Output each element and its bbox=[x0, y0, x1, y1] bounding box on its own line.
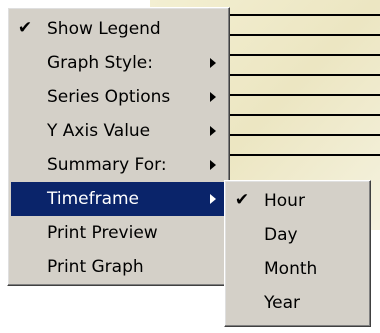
menu-item-y-axis-value[interactable]: Y Axis Value bbox=[11, 114, 226, 148]
grid-line bbox=[228, 34, 380, 36]
submenu-item-label: Day bbox=[264, 225, 298, 245]
menu-item-label: Show Legend bbox=[47, 19, 161, 39]
menu-item-graph-style[interactable]: Graph Style: bbox=[11, 46, 226, 80]
submenu-arrow-icon bbox=[210, 58, 216, 68]
menu-item-label: Series Options bbox=[47, 87, 171, 107]
grid-line bbox=[228, 94, 380, 96]
submenu-arrow-icon bbox=[210, 126, 216, 136]
submenu-item-hour[interactable]: ✔ Hour bbox=[228, 184, 367, 218]
grid-line bbox=[228, 134, 380, 136]
menu-item-label: Print Graph bbox=[47, 257, 144, 277]
menu-item-print-preview[interactable]: Print Preview bbox=[11, 216, 226, 250]
grid-line bbox=[228, 114, 380, 116]
check-icon: ✔ bbox=[17, 18, 33, 38]
menu-item-label: Y Axis Value bbox=[47, 121, 151, 141]
grid-line bbox=[228, 154, 380, 156]
submenu-item-label: Month bbox=[264, 259, 318, 279]
grid-line bbox=[228, 54, 380, 56]
menu-item-show-legend[interactable]: ✔ Show Legend bbox=[11, 12, 226, 46]
menu-item-label: Timeframe bbox=[47, 189, 140, 209]
submenu-item-label: Hour bbox=[264, 191, 305, 211]
submenu-item-month[interactable]: Month bbox=[228, 252, 367, 286]
menu-item-series-options[interactable]: Series Options bbox=[11, 80, 226, 114]
context-menu: ✔ Show Legend Graph Style: Series Option… bbox=[7, 7, 230, 286]
menu-item-label: Graph Style: bbox=[47, 53, 153, 73]
menu-item-timeframe[interactable]: Timeframe bbox=[11, 182, 226, 216]
submenu-arrow-icon bbox=[210, 160, 216, 170]
check-icon: ✔ bbox=[234, 190, 250, 210]
submenu-item-year[interactable]: Year bbox=[228, 286, 367, 320]
menu-item-label: Summary For: bbox=[47, 155, 167, 175]
grid-line bbox=[228, 74, 380, 76]
menu-item-summary-for[interactable]: Summary For: bbox=[11, 148, 226, 182]
timeframe-submenu: ✔ Hour Day Month Year bbox=[224, 180, 371, 327]
submenu-item-label: Year bbox=[264, 293, 300, 313]
grid-line bbox=[228, 14, 380, 16]
submenu-arrow-icon bbox=[210, 194, 216, 204]
menu-item-label: Print Preview bbox=[47, 223, 158, 243]
menu-item-print-graph[interactable]: Print Graph bbox=[11, 250, 226, 284]
submenu-arrow-icon bbox=[210, 92, 216, 102]
submenu-item-day[interactable]: Day bbox=[228, 218, 367, 252]
